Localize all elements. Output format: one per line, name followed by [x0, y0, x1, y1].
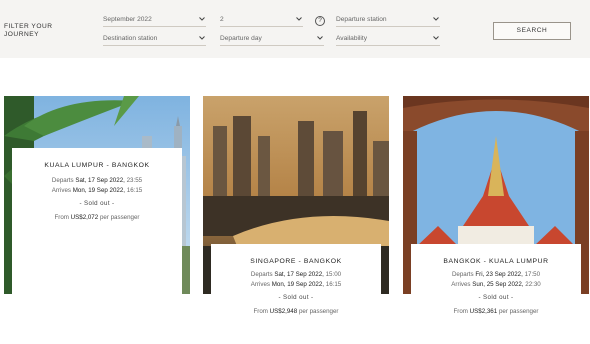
price-prefix: From — [54, 214, 69, 221]
price-value: US$2,361 — [469, 308, 498, 315]
price-value: US$2,948 — [269, 308, 298, 315]
arrives-line: Arrives Mon, 19 Sep 2022, 16:15 — [211, 281, 381, 288]
departs-line: Departs Sat, 17 Sep 2022, 23:55 — [12, 177, 182, 184]
departs-date: Sat, 17 Sep 2022, — [75, 177, 125, 184]
filter-title-line1: FILTER YOUR — [4, 23, 53, 30]
price-line: From US$2,072 per passenger — [12, 214, 182, 221]
arrives-line: Arrives Mon, 19 Sep 2022, 16:15 — [12, 187, 182, 194]
arrives-time: 16:15 — [126, 187, 143, 194]
month-select[interactable]: September 2022 — [103, 14, 206, 27]
filter-title: FILTER YOUR JOURNEY — [4, 23, 53, 39]
journey-details-panel: BANGKOK - KUALA LUMPUR Departs Fri, 23 S… — [411, 244, 581, 336]
arrives-line: Arrives Sun, 25 Sep 2022, 22:30 — [411, 281, 581, 288]
price-suffix: per passenger — [298, 308, 339, 315]
departs-line: Departs Fri, 23 Sep 2022, 17:50 — [411, 271, 581, 278]
journey-details-panel: SINGAPORE - BANGKOK Departs Sat, 17 Sep … — [211, 244, 381, 336]
chevron-down-icon — [433, 17, 439, 21]
filter-bar: FILTER YOUR JOURNEY September 2022 2 ? D… — [0, 0, 590, 58]
journey-card[interactable]: BANGKOK - KUALA LUMPUR Departs Fri, 23 S… — [403, 96, 589, 336]
departs-date: Sat, 17 Sep 2022, — [274, 271, 324, 278]
route-title: BANGKOK - KUALA LUMPUR — [443, 258, 549, 265]
departs-date: Fri, 23 Sep 2022, — [475, 271, 523, 278]
status-badge: - Sold out - — [79, 200, 115, 207]
departure-day-select[interactable]: Departure day — [220, 33, 324, 46]
departs-time: 15:00 — [325, 271, 342, 278]
price-value: US$2,072 — [70, 214, 99, 221]
price-line: From US$2,361 per passenger — [411, 308, 581, 315]
chevron-down-icon — [433, 36, 439, 40]
journey-card[interactable]: SINGAPORE - BANGKOK Departs Sat, 17 Sep … — [203, 96, 389, 336]
departs-label: Departs — [451, 271, 474, 278]
arrives-date: Mon, 19 Sep 2022, — [271, 281, 325, 288]
departs-time: 23:55 — [126, 177, 143, 184]
arrives-date: Sun, 25 Sep 2022, — [472, 281, 524, 288]
route-title: KUALA LUMPUR - BANGKOK — [44, 162, 150, 169]
arrives-label: Arrives — [51, 187, 71, 194]
arrives-label: Arrives — [250, 281, 270, 288]
route-title: SINGAPORE - BANGKOK — [250, 258, 342, 265]
departs-label: Departs — [250, 271, 273, 278]
departs-label: Departs — [51, 177, 74, 184]
info-icon[interactable]: ? — [315, 16, 325, 26]
chevron-down-icon — [199, 36, 205, 40]
chevron-down-icon — [199, 17, 205, 21]
departure-day-value: Departure day — [220, 35, 262, 42]
availability-select[interactable]: Availability — [336, 33, 440, 46]
month-select-value: September 2022 — [103, 16, 152, 23]
departs-time: 17:50 — [524, 271, 541, 278]
departs-line: Departs Sat, 17 Sep 2022, 15:00 — [211, 271, 381, 278]
price-line: From US$2,948 per passenger — [211, 308, 381, 315]
status-badge: - Sold out - — [278, 294, 314, 301]
chevron-down-icon — [296, 17, 302, 21]
destination-station-value: Destination station — [103, 35, 158, 42]
status-badge: - Sold out - — [478, 294, 514, 301]
price-prefix: From — [253, 308, 268, 315]
arrives-time: 16:15 — [325, 281, 342, 288]
price-suffix: per passenger — [99, 214, 140, 221]
filter-title-line2: JOURNEY — [4, 31, 40, 38]
availability-value: Availability — [336, 35, 368, 42]
passengers-select-value: 2 — [220, 16, 224, 23]
departure-station-value: Departure station — [336, 16, 387, 23]
chevron-down-icon — [317, 36, 323, 40]
price-prefix: From — [453, 308, 468, 315]
journey-details-panel: KUALA LUMPUR - BANGKOK Departs Sat, 17 S… — [12, 148, 182, 336]
departure-station-select[interactable]: Departure station — [336, 14, 440, 27]
arrives-date: Mon, 19 Sep 2022, — [72, 187, 126, 194]
arrives-label: Arrives — [451, 281, 471, 288]
passengers-select[interactable]: 2 — [220, 14, 303, 27]
arrives-time: 22:30 — [525, 281, 541, 288]
journey-card[interactable]: KUALA LUMPUR - BANGKOK Departs Sat, 17 S… — [4, 96, 190, 336]
search-button[interactable]: SEARCH — [493, 22, 571, 40]
price-suffix: per passenger — [498, 308, 539, 315]
destination-station-select[interactable]: Destination station — [103, 33, 206, 46]
